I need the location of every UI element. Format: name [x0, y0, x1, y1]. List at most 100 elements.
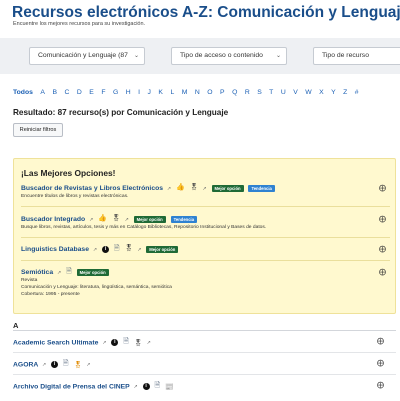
- award-icon: 🎖: [111, 215, 121, 222]
- page-subtitle: Encuentre los mejores recursos para su i…: [13, 21, 146, 27]
- award-icon: 🎖: [73, 361, 83, 369]
- alpha-link-t[interactable]: T: [269, 89, 273, 96]
- resource-link[interactable]: Semiótica: [21, 269, 53, 276]
- info-icon[interactable]: i: [142, 383, 150, 390]
- best-option-badge: Mejor opción: [211, 184, 244, 192]
- divider: [13, 330, 396, 331]
- alpha-link-n[interactable]: N: [195, 89, 200, 96]
- chevron-down-icon: ⌄: [275, 53, 281, 59]
- share-icon[interactable]: ⨁: [379, 268, 386, 276]
- alpha-link-q[interactable]: Q: [232, 89, 237, 96]
- best-option-badge: Mejor opción: [146, 245, 179, 253]
- external-link-icon[interactable]: ↗: [133, 384, 137, 390]
- resource-link[interactable]: Buscador de Revistas y Libros Electrónic…: [21, 185, 163, 192]
- resource-coverage: Cobertura: 1995 - presente: [21, 292, 80, 297]
- alpha-link-y[interactable]: Y: [331, 89, 336, 96]
- subject-select[interactable]: Comunicación y Lenguaje (87 ⌄: [29, 47, 145, 65]
- alpha-link-c[interactable]: C: [64, 89, 69, 96]
- divider: [21, 260, 390, 261]
- external-link-icon[interactable]: ↗: [42, 362, 46, 368]
- external-link-icon[interactable]: ↗: [202, 186, 206, 192]
- alpha-link-u[interactable]: U: [281, 89, 286, 96]
- alpha-link-z[interactable]: Z: [343, 89, 347, 96]
- resource-description: Busque libros, revistas, artículos, tesi…: [21, 225, 267, 230]
- alpha-link-a[interactable]: A: [40, 89, 45, 96]
- subject-select-value: Comunicación y Lenguaje (87: [38, 52, 128, 59]
- external-link-icon[interactable]: ↗: [89, 217, 93, 223]
- results-summary: Resultado: 87 recurso(s) por Comunicació…: [13, 108, 229, 117]
- alpha-link-w[interactable]: W: [305, 89, 311, 96]
- resource-type-select-value: Tipo de recurso: [322, 52, 369, 59]
- share-icon[interactable]: ⨁: [379, 245, 386, 253]
- share-icon[interactable]: ⨁: [377, 359, 384, 367]
- award-icon: 🎖: [124, 245, 134, 252]
- best-item: Buscador de Revistas y Libros Electrónic…: [21, 183, 391, 200]
- alpha-link-v[interactable]: V: [293, 89, 298, 96]
- alpha-link-s[interactable]: S: [257, 89, 262, 96]
- document-icon: 🗎: [154, 382, 161, 389]
- divider: [13, 352, 396, 353]
- resource-subjects: Comunicación y Lenguaje: literatura, lin…: [21, 285, 172, 290]
- best-options-panel: ¡Las Mejores Opciones! Buscador de Revis…: [13, 158, 396, 314]
- info-icon[interactable]: i: [51, 361, 59, 368]
- list-item: AGORA ↗ i 🗎 🎖 ↗ ⨁: [13, 354, 396, 374]
- alphabet-nav: Todos A B C D E F G H I J K L M N O P Q …: [13, 89, 364, 96]
- best-item: Buscador Integrado ↗ 👍 🎖 ↗ Mejor opción …: [21, 214, 391, 231]
- resource-link[interactable]: Academic Search Ultimate: [13, 339, 98, 346]
- share-icon[interactable]: ⨁: [377, 337, 384, 345]
- alpha-link-k[interactable]: K: [158, 89, 163, 96]
- alpha-link-h[interactable]: H: [126, 89, 131, 96]
- alpha-link-i[interactable]: I: [138, 89, 140, 96]
- alpha-link-e[interactable]: E: [89, 89, 94, 96]
- resource-link[interactable]: AGORA: [13, 361, 38, 368]
- external-link-icon[interactable]: ↗: [147, 340, 151, 346]
- trending-badge: Tendencia: [170, 215, 198, 223]
- info-icon[interactable]: i: [111, 339, 119, 346]
- external-link-icon[interactable]: ↗: [57, 270, 61, 276]
- divider: [13, 374, 396, 375]
- best-item: Linguistics Database ↗ i 🗎 🎖 ↗ Mejor opc…: [21, 244, 391, 254]
- access-type-select[interactable]: Tipo de acceso o contenido ⌄: [171, 47, 287, 65]
- alpha-link-r[interactable]: R: [245, 89, 250, 96]
- alpha-link-f[interactable]: F: [101, 89, 105, 96]
- document-icon: 🗎: [66, 268, 72, 275]
- alpha-link-o[interactable]: O: [207, 89, 212, 96]
- alpha-link-d[interactable]: D: [77, 89, 82, 96]
- chevron-down-icon: ⌄: [133, 53, 139, 59]
- list-item: Archivo Digital de Prensa del CINEP ↗ i …: [13, 376, 396, 396]
- thumbs-up-icon: 👍: [98, 215, 107, 222]
- external-link-icon[interactable]: ↗: [102, 340, 106, 346]
- external-link-icon[interactable]: ↗: [86, 362, 90, 368]
- resource-link[interactable]: Archivo Digital de Prensa del CINEP: [13, 383, 130, 390]
- external-link-icon[interactable]: ↗: [125, 217, 129, 223]
- alpha-link-all[interactable]: Todos: [13, 89, 33, 96]
- alpha-link-j[interactable]: J: [148, 89, 151, 96]
- alpha-link-x[interactable]: X: [319, 89, 324, 96]
- alpha-link-b[interactable]: B: [52, 89, 57, 96]
- resource-description: Encuentre títulos de libros y revistas e…: [21, 194, 129, 199]
- external-link-icon[interactable]: ↗: [167, 186, 171, 192]
- alpha-link-m[interactable]: M: [182, 89, 188, 96]
- info-icon[interactable]: i: [101, 245, 109, 253]
- resource-type-select[interactable]: Tipo de recurso: [313, 47, 400, 65]
- document-icon: 🗎: [62, 360, 69, 367]
- best-item: Semiótica ↗ 🗎 Mejor opción Revista Comun…: [21, 267, 391, 298]
- award-icon: 🎖: [133, 339, 143, 347]
- resource-link[interactable]: Buscador Integrado: [21, 216, 85, 223]
- share-icon[interactable]: ⨁: [379, 215, 386, 223]
- divider: [21, 237, 390, 238]
- external-link-icon[interactable]: ↗: [93, 247, 97, 253]
- external-link-icon[interactable]: ↗: [137, 247, 141, 253]
- best-option-badge: Mejor opción: [133, 215, 166, 223]
- alpha-link-hash[interactable]: #: [355, 89, 359, 96]
- share-icon[interactable]: ⨁: [377, 381, 384, 389]
- alpha-link-g[interactable]: G: [113, 89, 118, 96]
- award-icon: 🎖: [189, 184, 199, 191]
- resource-link[interactable]: Linguistics Database: [21, 246, 89, 253]
- resource-type-label: Revista: [21, 278, 38, 283]
- share-icon[interactable]: ⨁: [379, 184, 386, 192]
- alpha-link-p[interactable]: P: [220, 89, 225, 96]
- alpha-link-l[interactable]: L: [170, 89, 174, 96]
- filter-bar: Comunicación y Lenguaje (87 ⌄ Tipo de ac…: [0, 38, 400, 74]
- reset-filters-button[interactable]: Reiniciar filtros: [13, 123, 63, 137]
